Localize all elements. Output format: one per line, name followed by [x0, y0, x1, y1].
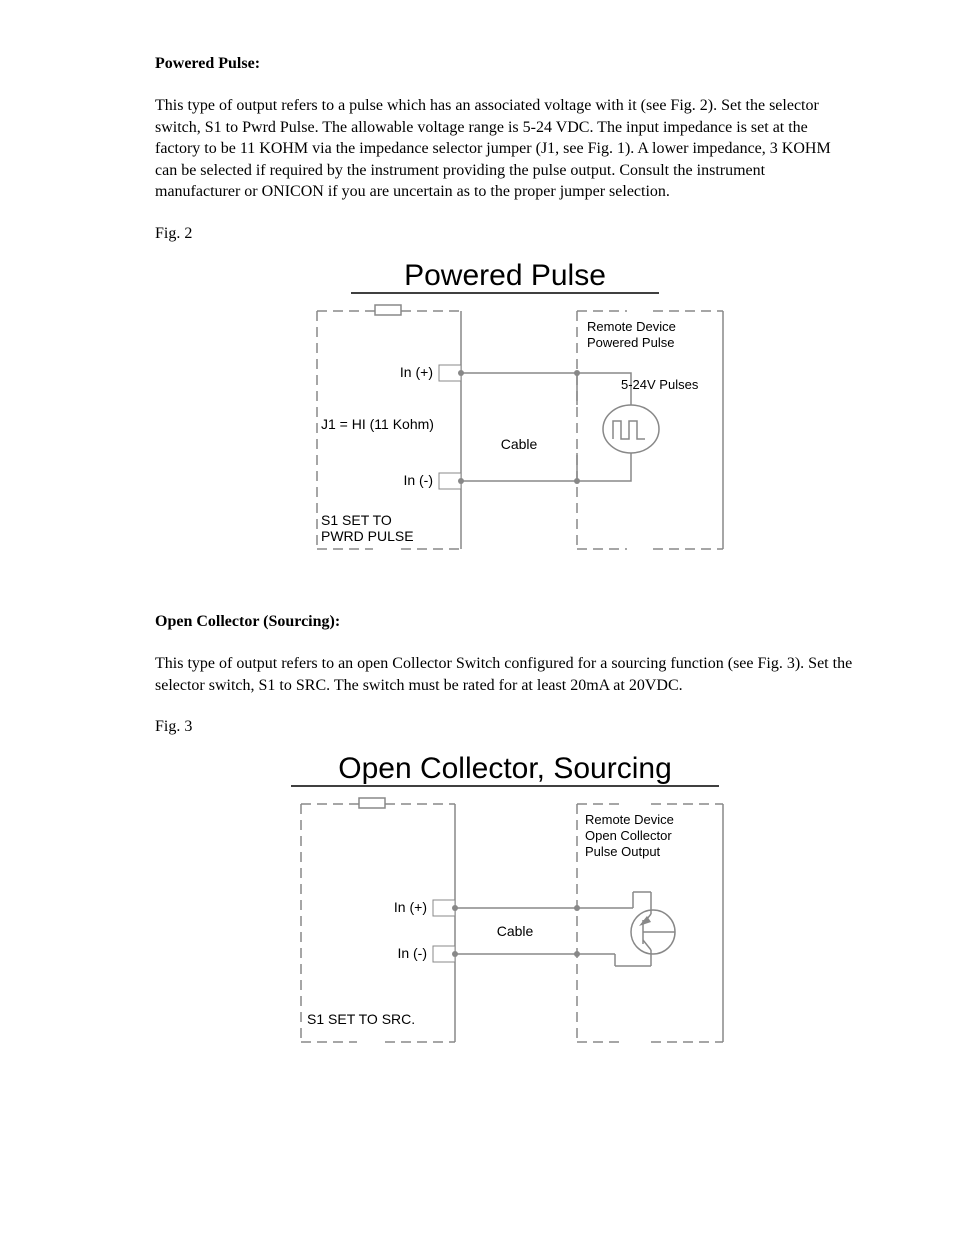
transistor-icon: [577, 892, 675, 966]
label-in-minus-3: In (-): [397, 945, 427, 961]
section-heading-powered-pulse: Powered Pulse:: [155, 55, 854, 73]
section-body-open-collector: This type of output refers to an open Co…: [155, 653, 854, 696]
figure-2-title: Powered Pulse: [404, 259, 606, 292]
figure-3-title: Open Collector, Sourcing: [338, 752, 672, 785]
label-remote3-line3: Pulse Output: [585, 844, 661, 859]
label-s1-line2: PWRD PULSE: [321, 528, 414, 544]
label-remote-line2: Powered Pulse: [587, 335, 674, 350]
section-body-powered-pulse: This type of output refers to a pulse wh…: [155, 95, 854, 203]
label-remote3-line1: Remote Device: [585, 812, 674, 827]
label-in-minus: In (-): [403, 472, 433, 488]
label-j1: J1 = HI (11 Kohm): [321, 416, 434, 432]
label-remote-line1: Remote Device: [587, 319, 676, 334]
label-s1-line1: S1 SET TO: [321, 512, 392, 528]
label-s1-3: S1 SET TO SRC.: [307, 1011, 415, 1027]
label-cable: Cable: [500, 436, 537, 452]
label-cable-3: Cable: [496, 923, 533, 939]
label-in-plus: In (+): [399, 364, 432, 380]
figure-2: Powered Pulse: [155, 249, 854, 579]
label-pulses: 5-24V Pulses: [621, 377, 699, 392]
label-remote3-line2: Open Collector: [585, 828, 672, 843]
section-heading-open-collector: Open Collector (Sourcing):: [155, 613, 854, 631]
figure-label-3: Fig. 3: [155, 718, 854, 736]
figure-3: Open Collector, Sourcing: [155, 742, 854, 1072]
figure-label-2: Fig. 2: [155, 225, 854, 243]
label-in-plus-3: In (+): [393, 899, 426, 915]
document-page: Powered Pulse: This type of output refer…: [0, 0, 954, 1186]
